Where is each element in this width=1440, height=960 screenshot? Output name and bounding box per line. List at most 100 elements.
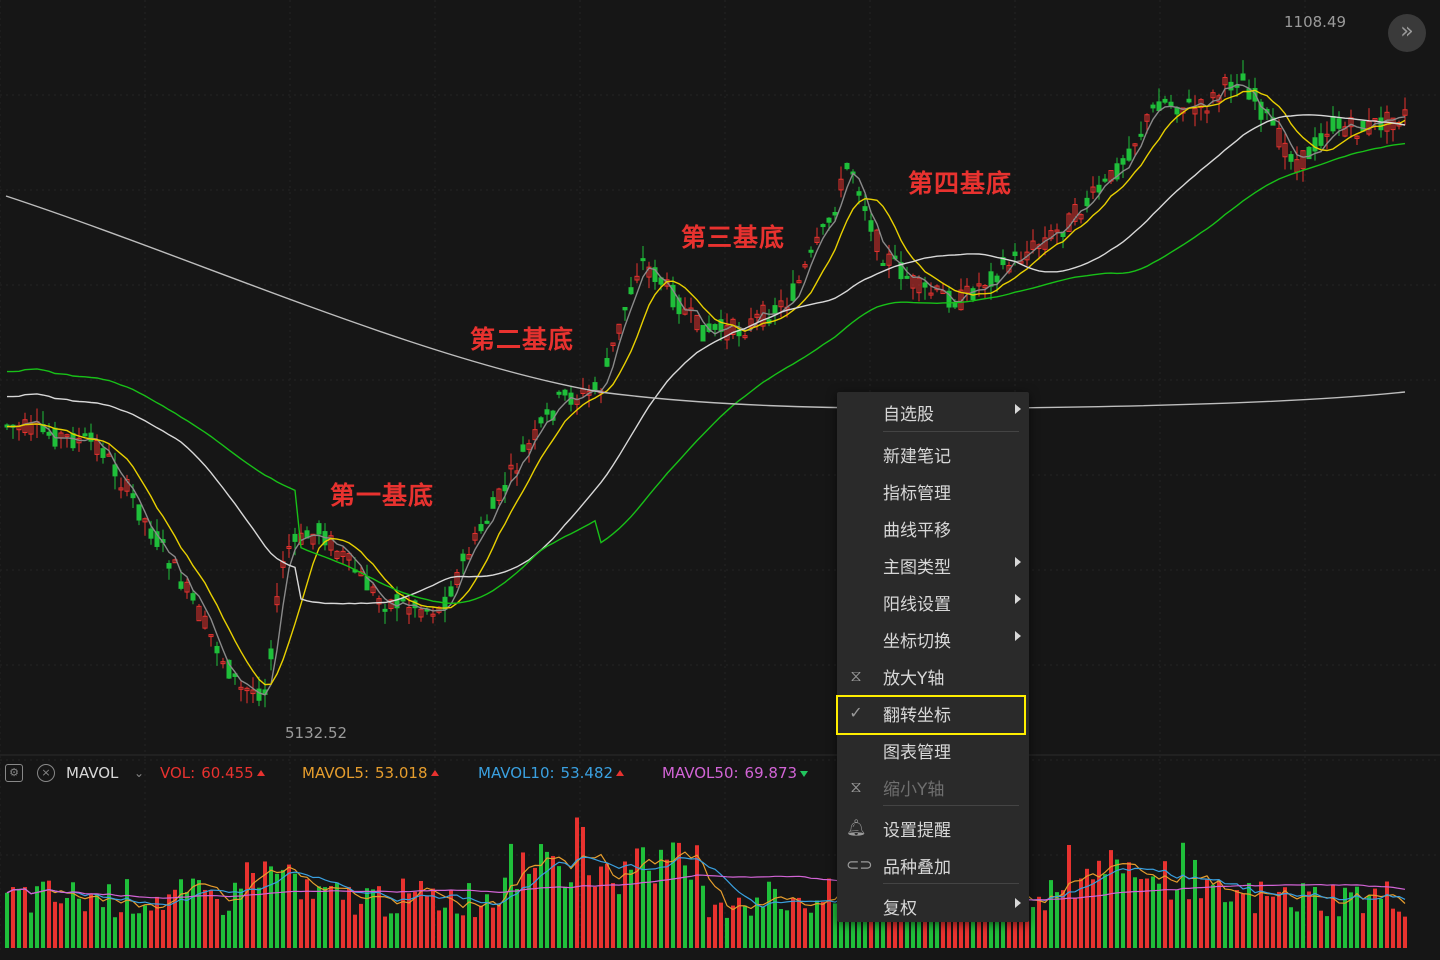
menu-item-curve-shift[interactable]: 曲线平移	[837, 510, 1029, 544]
volume-bar	[29, 912, 33, 948]
candle-body	[544, 409, 550, 415]
candle-body	[538, 417, 544, 424]
volume-bar	[719, 902, 723, 948]
candle-body	[112, 464, 118, 477]
volume-bar	[101, 907, 105, 948]
close-icon[interactable]: ×	[37, 764, 55, 782]
submenu-arrow-icon	[1015, 557, 1021, 567]
gear-icon[interactable]: ⚙	[5, 764, 23, 782]
volume-bar	[1325, 916, 1329, 948]
candle-body	[1312, 137, 1318, 152]
volume-bar	[35, 886, 39, 948]
volume-bar	[1139, 879, 1143, 948]
volume-bar	[77, 898, 81, 948]
volume-bar	[215, 899, 219, 948]
volume-bar	[371, 889, 375, 948]
volume-bar	[1145, 878, 1149, 948]
candle-body	[1186, 98, 1192, 103]
volume-bar	[1241, 893, 1245, 948]
volume-bar	[599, 866, 603, 948]
volume-bar	[323, 887, 327, 948]
volume-bar	[815, 900, 819, 948]
submenu-arrow-icon	[1015, 594, 1021, 604]
volume-bar	[575, 817, 579, 948]
volume-bar	[203, 889, 207, 948]
zoom-out-y-icon: ⧖	[850, 777, 862, 796]
volume-bar	[545, 851, 549, 948]
volume-bar	[1319, 910, 1323, 948]
menu-item-overlay[interactable]: ⊂⊃ 品种叠加	[837, 847, 1029, 881]
volume-bar	[731, 905, 735, 948]
volume-bar	[1205, 879, 1209, 948]
volume-bar	[1367, 895, 1371, 948]
candle-body	[1228, 81, 1234, 91]
volume-bar	[341, 899, 345, 948]
submenu-arrow-icon	[1015, 898, 1021, 908]
volume-bar	[125, 879, 129, 948]
indicator-bar: ⚙ × MAVOL ⌄ VOL: 60.455 MAVOL5: 53.018 MAV…	[0, 760, 1440, 786]
volume-bar	[425, 895, 429, 948]
candle-body	[640, 258, 646, 262]
candle-body	[832, 211, 838, 216]
candle-body	[862, 206, 868, 212]
volume-bar	[659, 849, 663, 948]
menu-item-zoom-in-y[interactable]: ⧖ 放大Y轴	[837, 658, 1029, 692]
volume-bar	[455, 913, 459, 948]
expand-chart-button[interactable]: »	[1388, 14, 1426, 52]
volume-bar	[1397, 911, 1401, 948]
indicator-name[interactable]: MAVOL	[66, 760, 118, 786]
volume-bar	[1301, 883, 1305, 948]
menu-item-adjust-rights[interactable]: 复权	[837, 888, 1029, 922]
zoom-in-y-icon: ⧖	[850, 666, 862, 685]
submenu-arrow-icon	[1015, 631, 1021, 641]
volume-bar	[59, 903, 63, 948]
candle-body	[382, 608, 388, 612]
menu-item-chart-manage[interactable]: 图表管理	[837, 732, 1029, 766]
volume-bar	[5, 892, 9, 948]
menu-item-main-chart-type[interactable]: 主图类型	[837, 547, 1029, 581]
volume-bar	[329, 886, 333, 948]
candle-body	[460, 553, 466, 562]
volume-bar	[1043, 910, 1047, 948]
volume-bar	[653, 883, 657, 948]
volume-bar	[1187, 899, 1191, 948]
candle-body	[178, 581, 184, 589]
volume-bar	[233, 882, 237, 948]
volume-bar	[413, 891, 417, 948]
menu-item-new-note[interactable]: 新建笔记	[837, 436, 1029, 470]
volume-bar	[11, 887, 15, 948]
candle-body	[562, 389, 568, 396]
volume-bar	[53, 901, 57, 948]
candle-body	[1360, 120, 1366, 132]
volume-bar	[539, 844, 543, 948]
volume-bar	[275, 873, 279, 948]
volume-bar	[761, 907, 765, 948]
menu-item-yang-line-settings[interactable]: 阳线设置	[837, 584, 1029, 618]
chevron-down-icon[interactable]: ⌄	[134, 760, 144, 786]
menu-item-axis-switch[interactable]: 坐标切换	[837, 621, 1029, 655]
candle-body	[700, 324, 706, 342]
candle-body	[148, 528, 154, 539]
candlestick-chart[interactable]	[0, 0, 1440, 960]
volume-bar	[665, 859, 669, 948]
volume-bar	[401, 878, 405, 948]
candle-body	[70, 433, 76, 449]
volume-bar	[89, 894, 93, 948]
volume-bar	[305, 879, 309, 948]
menu-item-indicator-manage[interactable]: 指标管理	[837, 473, 1029, 507]
candle-body	[166, 563, 172, 569]
volume-bar	[1031, 907, 1035, 948]
volume-bar	[209, 890, 213, 948]
candle-body	[904, 275, 910, 279]
volume-bar	[629, 869, 633, 948]
bell-icon: 🔔︎	[846, 818, 867, 837]
volume-bar	[1151, 876, 1155, 948]
volume-bar	[137, 913, 141, 948]
menu-item-set-alert[interactable]: 🔔︎ 设置提醒	[837, 810, 1029, 844]
candle-body	[868, 220, 874, 232]
menu-item-watchlist[interactable]: 自选股	[837, 394, 1029, 428]
volume-bar	[359, 903, 363, 948]
volume-bar	[617, 894, 621, 948]
candle-body	[880, 262, 886, 266]
candle-body	[1330, 116, 1336, 132]
